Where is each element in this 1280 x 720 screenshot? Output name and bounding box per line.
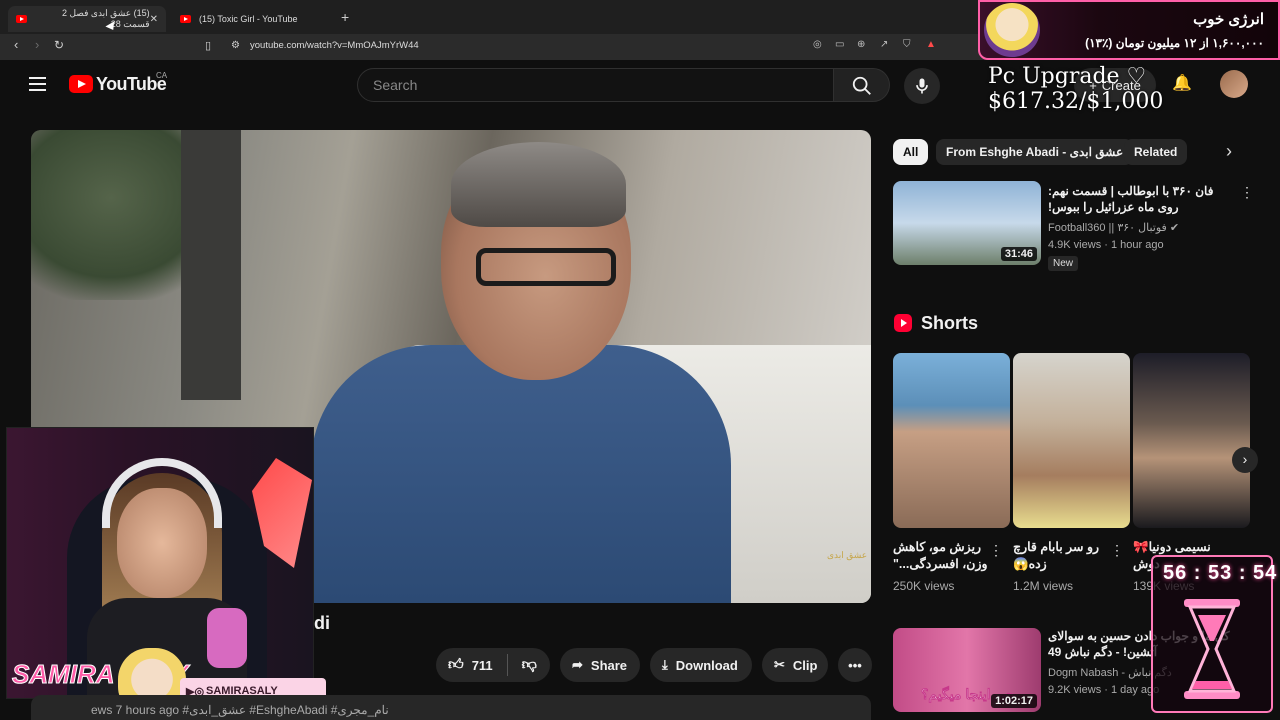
- recommendation-meta: 9.2K views · 1 day ago: [1048, 684, 1160, 696]
- like-button[interactable]: 👍︎ 711: [448, 656, 493, 674]
- eye-off-icon[interactable]: ◎: [813, 39, 822, 50]
- back-arrow-icon[interactable]: ‹: [14, 37, 18, 52]
- shorts-heading: Shorts: [921, 313, 979, 333]
- microphone-prop: [207, 608, 247, 668]
- short-views: 1.2M views: [1013, 579, 1074, 593]
- clip-label: Clip: [792, 657, 818, 673]
- more-vertical-icon[interactable]: ⋮: [989, 542, 1003, 559]
- subathon-timer: 56 : 53 : 54: [1163, 562, 1278, 584]
- share-page-icon[interactable]: ↗: [880, 39, 888, 50]
- video-frame-glasses: [476, 248, 616, 286]
- channel-watermark: عشق ابدی: [827, 550, 868, 560]
- close-tab-icon[interactable]: ✕: [150, 14, 158, 25]
- tab-title: (15) عشق ابدی فصل 2 قسمت 28: [61, 8, 150, 29]
- chevron-right-icon[interactable]: ›: [1218, 141, 1240, 163]
- zoom-icon[interactable]: ⊕: [857, 39, 865, 50]
- microphone-icon: [916, 78, 928, 94]
- shorts-next-button[interactable]: ›: [1232, 447, 1258, 473]
- url-field[interactable]: youtube.com/watch?v=MmOAJmYrW44: [250, 40, 419, 51]
- download-icon: ⤓: [662, 657, 668, 672]
- thumbs-up-icon: 👍︎: [448, 656, 464, 673]
- recommendation-title[interactable]: فان ۳۶۰ با ابوطالب | قسمت نهم: روی ماه ع…: [1048, 183, 1228, 215]
- recommendation-channel[interactable]: Football360 || فوتبال ۳۶۰ ✔: [1048, 221, 1179, 234]
- shield-icon[interactable]: ⛉: [903, 39, 911, 50]
- recommendation-thumbnail[interactable]: چی اینجا میگیم؟ 1:02:17: [893, 628, 1041, 712]
- alert-triangle-icon[interactable]: ▲: [926, 39, 936, 50]
- new-badge: New: [1048, 256, 1079, 271]
- divider: [506, 654, 508, 676]
- duration-badge: 1:02:17: [991, 694, 1037, 708]
- share-label: Share: [590, 657, 628, 673]
- forward-arrow-icon[interactable]: ›: [35, 37, 39, 52]
- hourglass-icon: [1184, 599, 1240, 699]
- more-actions-button[interactable]: •••: [838, 648, 872, 682]
- more-vertical-icon[interactable]: ⋮: [1110, 542, 1124, 559]
- recommendation-thumbnail[interactable]: 31:46: [893, 181, 1041, 265]
- more-vertical-icon[interactable]: ⋮: [1240, 184, 1254, 201]
- country-code: CA: [156, 71, 168, 80]
- youtube-favicon-icon: [180, 15, 191, 23]
- chip-all[interactable]: All: [893, 139, 929, 165]
- tab-title: (15) Toxic Girl - YouTube: [199, 14, 298, 24]
- recommendation-meta: 4.9K views · 1 hour ago: [1048, 239, 1164, 251]
- video-title: di: [314, 613, 330, 633]
- channel-name: Football360 || فوتبال ۳۶۰: [1048, 222, 1167, 234]
- video-frame-hair: [451, 142, 626, 227]
- more-horizontal-icon: •••: [848, 657, 862, 673]
- scissors-icon: ✂: [774, 657, 785, 672]
- tab-active[interactable]: (15) عشق ابدی فصل 2 قسمت 28 ✕: [8, 6, 166, 32]
- reload-icon[interactable]: ↻: [54, 38, 64, 52]
- bookmark-icon[interactable]: ▯: [205, 39, 211, 52]
- short-thumbnail[interactable]: [1133, 353, 1250, 528]
- short-views: 250K views: [893, 579, 955, 593]
- download-button[interactable]: ⤓ Download: [650, 648, 752, 682]
- description-box[interactable]: ews 7 hours ago #عشق_ابدی #EshgheAbadi #…: [31, 695, 871, 720]
- site-settings-icon[interactable]: ⚙: [231, 40, 240, 51]
- chip-related[interactable]: Related: [1124, 139, 1188, 165]
- like-count: 711: [471, 657, 493, 673]
- duration-badge: 31:46: [1000, 247, 1037, 261]
- headset-icon: [102, 458, 222, 528]
- hamburger-menu-icon[interactable]: [29, 77, 46, 91]
- verified-icon: ✔: [1169, 222, 1180, 234]
- download-label: Download: [675, 657, 738, 673]
- short-thumbnail[interactable]: [893, 353, 1010, 528]
- pc-upgrade-goal: Pc Upgrade ♡ $617.32/$1,000: [988, 64, 1164, 114]
- share-arrow-icon: ➦: [572, 657, 583, 672]
- screen-icon[interactable]: ▭: [835, 39, 844, 50]
- search-button[interactable]: [834, 68, 890, 102]
- shorts-logo-icon: [894, 314, 912, 332]
- short-title[interactable]: ریزش مو، کاهش وزن، افسردگی...": [893, 539, 993, 573]
- tab-toxic-girl[interactable]: (15) Toxic Girl - YouTube: [172, 6, 332, 32]
- youtube-logo-icon[interactable]: [69, 75, 93, 93]
- youtube-favicon-icon: [16, 15, 27, 23]
- short-thumbnail[interactable]: [1013, 353, 1130, 528]
- share-button[interactable]: ➦ Share: [560, 648, 640, 682]
- energy-goal-progress: ۱,۶۰۰,۰۰۰ از ۱۲ میلیون تومان (٪۱۳): [1085, 36, 1264, 50]
- chip-from-channel[interactable]: From Eshghe Abadi - عشق ابدی: [936, 139, 1134, 165]
- search-icon: [852, 76, 871, 95]
- cartoon-avatar-icon: [984, 3, 1040, 57]
- video-frame-pillar: [181, 130, 241, 400]
- thumbs-down-icon[interactable]: 👎︎: [522, 656, 537, 674]
- voice-search-button[interactable]: [904, 68, 940, 104]
- search-input[interactable]: Search: [357, 68, 834, 102]
- energy-goal-title: انرژی خوب: [1193, 11, 1264, 28]
- like-dislike-bar: 👍︎ 711 👎︎: [436, 648, 550, 682]
- short-title[interactable]: رو سر بابام قارچ زده😱: [1013, 539, 1113, 573]
- clip-button[interactable]: ✂ Clip: [762, 648, 828, 682]
- new-tab-button[interactable]: +: [341, 9, 349, 25]
- video-frame-shirt: [311, 345, 731, 603]
